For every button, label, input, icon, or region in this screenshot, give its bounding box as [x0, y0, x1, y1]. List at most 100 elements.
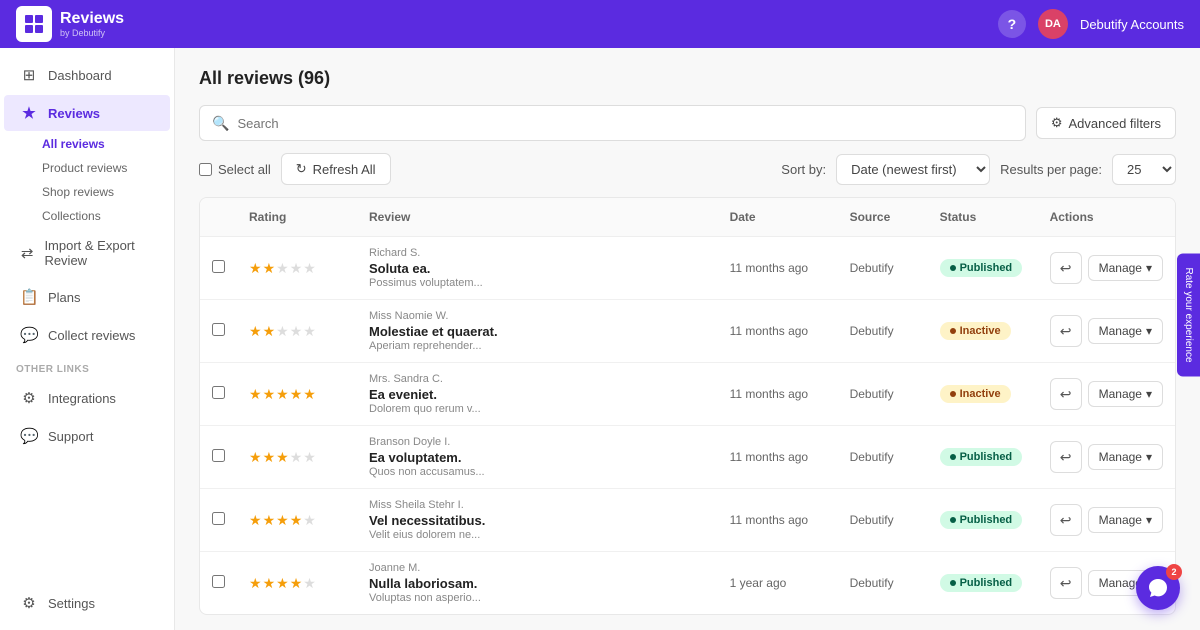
manage-button[interactable]: Manage ▾ [1088, 318, 1163, 344]
sidebar-item-dashboard[interactable]: ⊞ Dashboard [4, 57, 170, 93]
row-checkbox[interactable] [212, 449, 225, 462]
reply-button[interactable]: ↩ [1050, 252, 1082, 284]
sidebar-sub-collections[interactable]: Collections [0, 204, 174, 228]
col-source: Source [838, 198, 928, 237]
review-snippet: Voluptas non asperio... [369, 592, 706, 604]
star: ★ [303, 449, 316, 466]
review-snippet: Possimus voluptatem... [369, 277, 706, 289]
manage-button[interactable]: Manage ▾ [1088, 507, 1163, 533]
review-date: 11 months ago [718, 426, 838, 489]
row-checkbox[interactable] [212, 260, 225, 273]
table-row: ★★★★★Joanne M.Nulla laboriosam.Voluptas … [200, 552, 1175, 615]
reviewer-name: Joanne M. [369, 562, 706, 574]
sidebar-item-label: Plans [48, 290, 81, 305]
manage-button[interactable]: Manage ▾ [1088, 444, 1163, 470]
star: ★ [276, 260, 289, 277]
review-date: 11 months ago [718, 237, 838, 300]
chevron-down-icon: ▾ [1146, 261, 1152, 275]
action-buttons: ↩ Manage ▾ [1050, 252, 1163, 284]
chevron-down-icon: ▾ [1146, 513, 1152, 527]
review-date: 11 months ago [718, 300, 838, 363]
review-actions: ↩ Manage ▾ [1038, 237, 1175, 300]
sidebar-item-integrations[interactable]: ⚙ Integrations [4, 380, 170, 416]
sidebar: ⊞ Dashboard ★ Reviews All reviews Produc… [0, 48, 175, 630]
collect-icon: 💬 [20, 326, 38, 344]
status-badge: Published [940, 574, 1023, 592]
reply-button[interactable]: ↩ [1050, 504, 1082, 536]
review-status: Published [928, 426, 1038, 489]
sidebar-sub-product-reviews[interactable]: Product reviews [0, 156, 174, 180]
star-rating: ★★★★★ [249, 260, 345, 277]
col-status: Status [928, 198, 1038, 237]
manage-button[interactable]: Manage ▾ [1088, 255, 1163, 281]
star: ★ [290, 323, 303, 340]
refresh-button[interactable]: ↻ Refresh All [281, 153, 391, 185]
avatar[interactable]: DA [1038, 9, 1068, 39]
status-badge: Published [940, 448, 1023, 466]
review-snippet: Aperiam reprehender... [369, 340, 706, 352]
chat-widget[interactable]: 2 [1136, 566, 1180, 610]
sidebar-item-settings[interactable]: ⚙ Settings [4, 585, 170, 621]
review-title: Soluta ea. [369, 261, 706, 276]
star: ★ [263, 512, 276, 529]
logo-icon [16, 6, 52, 42]
reply-button[interactable]: ↩ [1050, 315, 1082, 347]
review-source: Debutify [838, 300, 928, 363]
row-checkbox[interactable] [212, 323, 225, 336]
sidebar-item-plans[interactable]: 📋 Plans [4, 279, 170, 315]
sort-area: Sort by: Date (newest first)Date (oldest… [781, 154, 1176, 185]
chevron-down-icon: ▾ [1146, 450, 1152, 464]
reply-button[interactable]: ↩ [1050, 441, 1082, 473]
search-box: 🔍 [199, 105, 1026, 141]
plans-icon: 📋 [20, 288, 38, 306]
page-title: All reviews (96) [199, 68, 1176, 89]
advanced-filters-label: Advanced filters [1069, 116, 1162, 131]
status-dot [950, 391, 956, 397]
star: ★ [263, 323, 276, 340]
review-title: Nulla laboriosam. [369, 576, 706, 591]
manage-button[interactable]: Manage ▾ [1088, 381, 1163, 407]
action-buttons: ↩ Manage ▾ [1050, 378, 1163, 410]
row-checkbox[interactable] [212, 512, 225, 525]
reply-button[interactable]: ↩ [1050, 378, 1082, 410]
top-nav: Reviews by Debutify ? DA Debutify Accoun… [0, 0, 1200, 48]
star: ★ [263, 575, 276, 592]
review-source: Debutify [838, 552, 928, 615]
toolbar-row: Select all ↻ Refresh All Sort by: Date (… [199, 153, 1176, 185]
app-sub: by Debutify [60, 28, 124, 38]
per-page-select[interactable]: 102550100 [1112, 154, 1176, 185]
review-status: Published [928, 237, 1038, 300]
status-dot [950, 265, 956, 271]
review-cell: Mrs. Sandra C.Ea eveniet.Dolorem quo rer… [357, 363, 718, 426]
sidebar-item-support[interactable]: 💬 Support [4, 418, 170, 454]
search-icon: 🔍 [212, 115, 229, 132]
sidebar-item-reviews[interactable]: ★ Reviews [4, 95, 170, 131]
search-row: 🔍 ⚙ Advanced filters [199, 105, 1176, 141]
row-checkbox[interactable] [212, 575, 225, 588]
sidebar-sub-shop-reviews[interactable]: Shop reviews [0, 180, 174, 204]
star: ★ [249, 449, 262, 466]
advanced-filters-button[interactable]: ⚙ Advanced filters [1036, 107, 1176, 139]
star: ★ [303, 386, 316, 403]
sidebar-item-import-export[interactable]: ⇄ Import & Export Review [4, 229, 170, 277]
sidebar-sub-all-reviews[interactable]: All reviews [0, 132, 174, 156]
review-status: Inactive [928, 300, 1038, 363]
logo: Reviews by Debutify [16, 6, 124, 42]
select-all-label[interactable]: Select all [199, 162, 271, 177]
row-checkbox[interactable] [212, 386, 225, 399]
help-button[interactable]: ? [998, 10, 1026, 38]
star: ★ [276, 575, 289, 592]
sidebar-item-collect[interactable]: 💬 Collect reviews [4, 317, 170, 353]
star-rating: ★★★★★ [249, 449, 345, 466]
search-input[interactable] [237, 116, 1012, 131]
select-all-checkbox[interactable] [199, 163, 212, 176]
review-status: Inactive [928, 363, 1038, 426]
review-snippet: Velit eius dolorem ne... [369, 529, 706, 541]
status-badge: Inactive [940, 322, 1011, 340]
rate-widget[interactable]: Rate your experience [1177, 253, 1200, 376]
sort-select[interactable]: Date (newest first)Date (oldest first)Ra… [836, 154, 990, 185]
sidebar-item-label: Import & Export Review [44, 238, 154, 268]
review-cell: Miss Sheila Stehr I.Vel necessitatibus.V… [357, 489, 718, 552]
reply-button[interactable]: ↩ [1050, 567, 1082, 599]
status-badge: Published [940, 511, 1023, 529]
